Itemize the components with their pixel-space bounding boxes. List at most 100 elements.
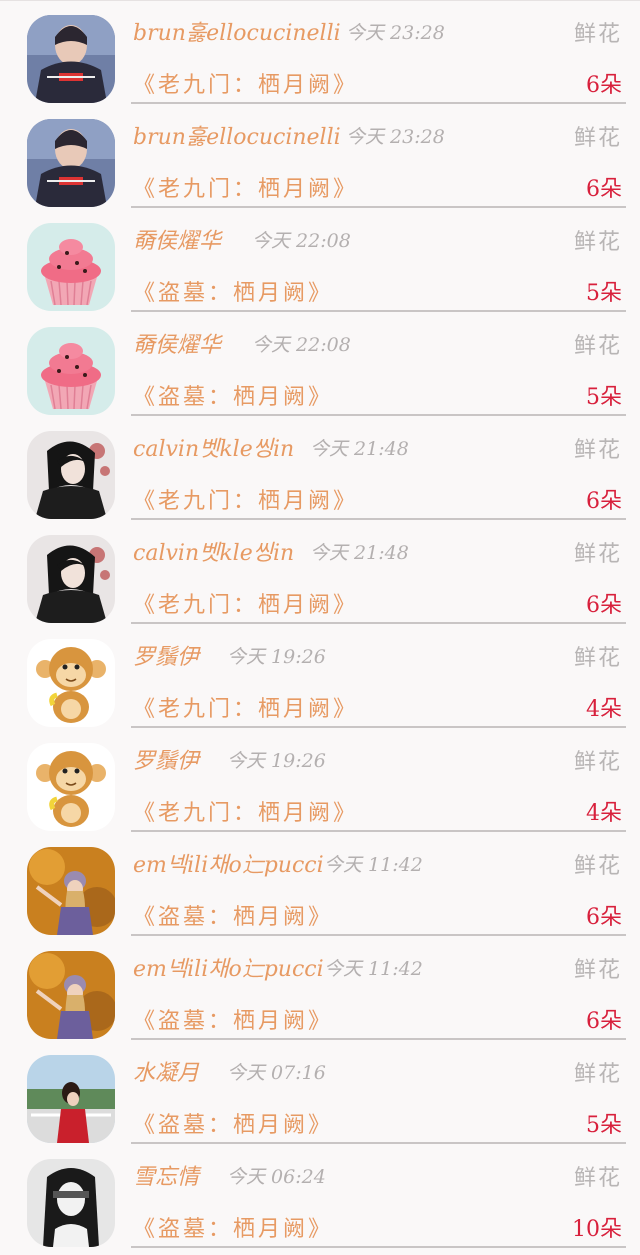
flower-count: 6朵 bbox=[586, 177, 622, 202]
flower-label: 鲜花 bbox=[573, 438, 622, 463]
flower-label: 鲜花 bbox=[573, 1062, 622, 1087]
avatar[interactable] bbox=[27, 327, 115, 415]
flower-label: 鲜花 bbox=[573, 1166, 622, 1191]
timestamp: 今天 19:26 bbox=[227, 646, 326, 668]
flower-label: 鲜花 bbox=[573, 750, 622, 775]
monkey-avatar-icon bbox=[27, 743, 115, 831]
list-item[interactable]: 罗鬚伊 今天 19:26 鲜花 《老九门：栖月阙》 4朵 bbox=[0, 729, 640, 833]
flower-count: 4朵 bbox=[586, 801, 622, 826]
flower-label: 鲜花 bbox=[573, 854, 622, 879]
username[interactable]: calvin벳kle씽in bbox=[133, 535, 294, 567]
divider bbox=[131, 1038, 626, 1040]
divider bbox=[131, 102, 626, 104]
list-item[interactable]: brun훓ellocucinelli 今天 23:28 鲜花 《老九门：栖月阙》… bbox=[0, 1, 640, 105]
flower-label: 鲜花 bbox=[573, 542, 622, 567]
divider bbox=[131, 622, 626, 624]
cupcake-avatar-icon bbox=[27, 327, 115, 415]
dark-anime-avatar-icon bbox=[27, 431, 115, 519]
username[interactable]: em넥ili채o辷pucci bbox=[133, 847, 324, 879]
timestamp: 今天 06:24 bbox=[227, 1166, 326, 1188]
list-item[interactable]: calvin벳kle씽in 今天 21:48 鲜花 《老九门：栖月阙》 6朵 bbox=[0, 521, 640, 625]
avatar[interactable] bbox=[27, 119, 115, 207]
timestamp: 今天 22:08 bbox=[252, 230, 351, 252]
flower-label: 鲜花 bbox=[573, 646, 622, 671]
flower-count: 6朵 bbox=[586, 1009, 622, 1034]
flower-count: 6朵 bbox=[586, 905, 622, 930]
list-item[interactable]: calvin벳kle씽in 今天 21:48 鲜花 《老九门：栖月阙》 6朵 bbox=[0, 417, 640, 521]
username[interactable]: 水凝月 bbox=[133, 1055, 199, 1087]
list-item[interactable]: em넥ili채o辷pucci 今天 11:42 鲜花 《盗墓：栖月阙》 6朵 bbox=[0, 833, 640, 937]
item-title[interactable]: 《盗墓：栖月阙》 bbox=[133, 1003, 333, 1035]
timestamp: 今天 11:42 bbox=[324, 854, 423, 876]
flower-count: 10朵 bbox=[572, 1217, 622, 1242]
divider bbox=[131, 934, 626, 936]
flower-label: 鲜花 bbox=[573, 126, 622, 151]
autumn-girl-avatar-icon bbox=[27, 847, 115, 935]
item-title[interactable]: 《盗墓：栖月阙》 bbox=[133, 1107, 333, 1139]
item-title[interactable]: 《盗墓：栖月阙》 bbox=[133, 1211, 333, 1243]
list-item[interactable]: brun훓ellocucinelli 今天 23:28 鲜花 《老九门：栖月阙》… bbox=[0, 105, 640, 209]
timestamp: 今天 21:48 bbox=[310, 438, 409, 460]
item-title[interactable]: 《盗墓：栖月阙》 bbox=[133, 899, 333, 931]
flower-count: 6朵 bbox=[586, 489, 622, 514]
girl-red-avatar-icon bbox=[27, 1055, 115, 1143]
item-title[interactable]: 《盗墓：栖月阙》 bbox=[133, 379, 333, 411]
flower-count: 5朵 bbox=[586, 385, 622, 410]
item-title[interactable]: 《盗墓：栖月阙》 bbox=[133, 275, 333, 307]
username[interactable]: 雪忘情 bbox=[133, 1159, 199, 1191]
item-title[interactable]: 《老九门：栖月阙》 bbox=[133, 587, 358, 619]
hoodie-person-avatar-icon bbox=[27, 119, 115, 207]
timestamp: 今天 07:16 bbox=[227, 1062, 326, 1084]
username[interactable]: calvin벳kle씽in bbox=[133, 431, 294, 463]
item-title[interactable]: 《老九门：栖月阙》 bbox=[133, 483, 358, 515]
username[interactable]: brun훓ellocucinelli bbox=[133, 15, 341, 47]
username[interactable]: 罗鬚伊 bbox=[133, 639, 199, 671]
avatar[interactable] bbox=[27, 743, 115, 831]
avatar[interactable] bbox=[27, 535, 115, 623]
timestamp: 今天 23:28 bbox=[346, 22, 445, 44]
flower-count: 6朵 bbox=[586, 593, 622, 618]
item-title[interactable]: 《老九门：栖月阙》 bbox=[133, 171, 358, 203]
avatar[interactable] bbox=[27, 847, 115, 935]
timestamp: 今天 22:08 bbox=[252, 334, 351, 356]
username[interactable]: 奣侯燿华 bbox=[133, 223, 221, 255]
list-item[interactable]: em넥ili채o辷pucci 今天 11:42 鲜花 《盗墓：栖月阙》 6朵 bbox=[0, 937, 640, 1041]
list-item[interactable]: 奣侯燿华 今天 22:08 鲜花 《盗墓：栖月阙》 5朵 bbox=[0, 313, 640, 417]
bw-girl-avatar-icon bbox=[27, 1159, 115, 1247]
timestamp: 今天 23:28 bbox=[346, 126, 445, 148]
username[interactable]: 奣侯燿华 bbox=[133, 327, 221, 359]
username[interactable]: brun훓ellocucinelli bbox=[133, 119, 341, 151]
flower-count: 6朵 bbox=[586, 73, 622, 98]
list-item[interactable]: 水凝月 今天 07:16 鲜花 《盗墓：栖月阙》 5朵 bbox=[0, 1041, 640, 1145]
item-title[interactable]: 《老九门：栖月阙》 bbox=[133, 691, 358, 723]
divider bbox=[131, 518, 626, 520]
item-title[interactable]: 《老九门：栖月阙》 bbox=[133, 67, 358, 99]
avatar[interactable] bbox=[27, 1055, 115, 1143]
gift-record-list: brun훓ellocucinelli 今天 23:28 鲜花 《老九门：栖月阙》… bbox=[0, 0, 640, 1255]
divider bbox=[131, 1246, 626, 1248]
timestamp: 今天 19:26 bbox=[227, 750, 326, 772]
avatar[interactable] bbox=[27, 223, 115, 311]
divider bbox=[131, 726, 626, 728]
monkey-avatar-icon bbox=[27, 639, 115, 727]
dark-anime-avatar-icon bbox=[27, 535, 115, 623]
list-item[interactable]: 奣侯燿华 今天 22:08 鲜花 《盗墓：栖月阙》 5朵 bbox=[0, 209, 640, 313]
cupcake-avatar-icon bbox=[27, 223, 115, 311]
flower-count: 5朵 bbox=[586, 1113, 622, 1138]
list-item[interactable]: 雪忘情 今天 06:24 鲜花 《盗墓：栖月阙》 10朵 bbox=[0, 1145, 640, 1249]
avatar[interactable] bbox=[27, 431, 115, 519]
avatar[interactable] bbox=[27, 639, 115, 727]
item-title[interactable]: 《老九门：栖月阙》 bbox=[133, 795, 358, 827]
divider bbox=[131, 1142, 626, 1144]
avatar[interactable] bbox=[27, 15, 115, 103]
divider bbox=[131, 830, 626, 832]
flower-label: 鲜花 bbox=[573, 958, 622, 983]
avatar[interactable] bbox=[27, 951, 115, 1039]
divider bbox=[131, 206, 626, 208]
avatar[interactable] bbox=[27, 1159, 115, 1247]
flower-count: 4朵 bbox=[586, 697, 622, 722]
username[interactable]: em넥ili채o辷pucci bbox=[133, 951, 324, 983]
timestamp: 今天 21:48 bbox=[310, 542, 409, 564]
username[interactable]: 罗鬚伊 bbox=[133, 743, 199, 775]
list-item[interactable]: 罗鬚伊 今天 19:26 鲜花 《老九门：栖月阙》 4朵 bbox=[0, 625, 640, 729]
